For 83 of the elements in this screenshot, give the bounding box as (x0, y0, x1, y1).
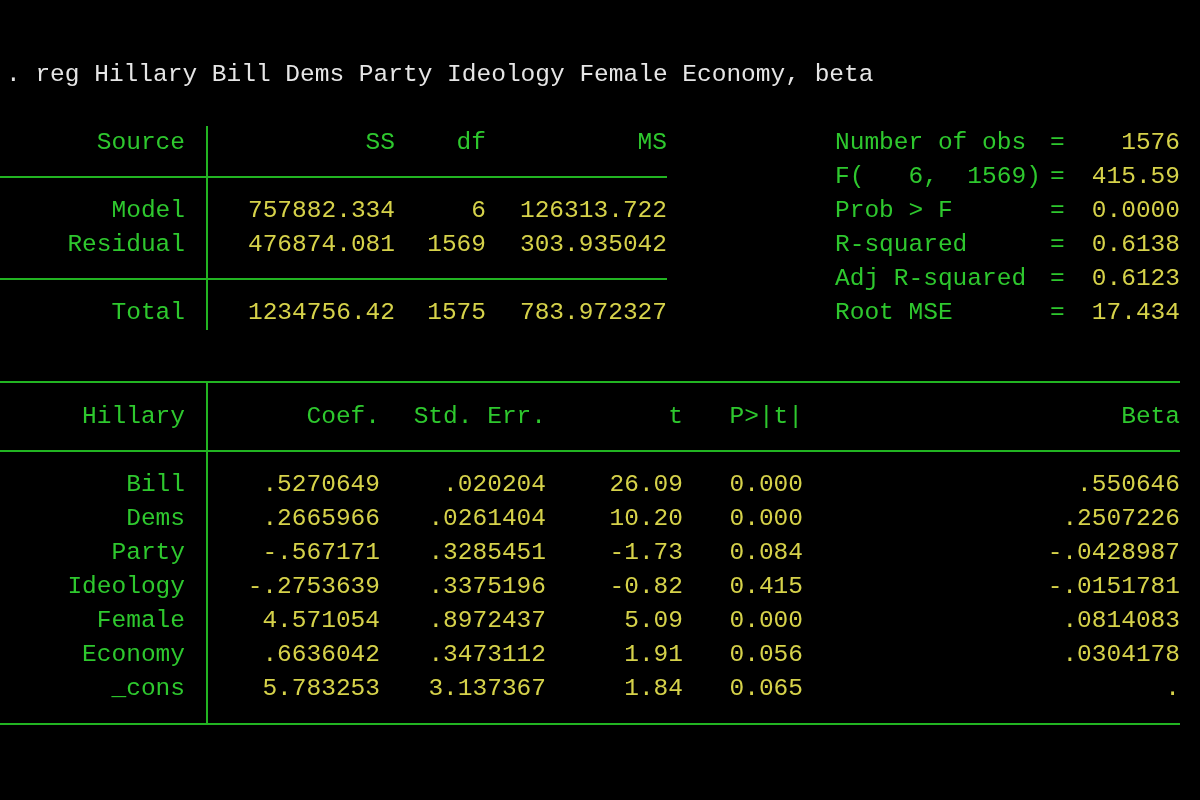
table-cell: 1575 (427, 299, 486, 326)
table-cell: .6636042 (262, 641, 380, 668)
table-cell: .0304178 (1062, 641, 1180, 668)
row-label: Female (96, 607, 185, 634)
table-cell: .2665966 (262, 505, 380, 532)
equals-sign: = (1050, 128, 1065, 158)
table-cell: 0.000 (729, 607, 803, 634)
table-cell: 1234756.42 (247, 299, 395, 326)
table-cell: 1.84 (624, 675, 683, 702)
table-cell: 303.935042 (519, 231, 667, 258)
row-label: Economy (82, 641, 185, 668)
table-cell: .3473112 (428, 641, 546, 668)
table-cell: 5.783253 (262, 675, 380, 702)
table-cell: 476874.081 (247, 231, 395, 258)
row-label: Residual (67, 231, 185, 258)
command-line: . reg Hillary Bill Dems Party Ideology Female Economy, beta (5, 60, 874, 90)
stat-value: 0.0000 (1091, 197, 1180, 224)
table-cell: -.0428987 (1047, 539, 1180, 566)
table-cell: 1569 (427, 231, 486, 258)
column-header: Std. Err. (413, 403, 546, 430)
row-label: Model (111, 197, 185, 224)
table-cell: .5270649 (262, 471, 380, 498)
stat-label: Prob > F (835, 197, 953, 224)
table-cell: 757882.334 (247, 197, 395, 224)
table-cell: 126313.722 (519, 197, 667, 224)
column-header: df (456, 129, 486, 156)
row-label: Ideology (67, 573, 185, 600)
table-cell: .020204 (443, 471, 546, 498)
equals-sign: = (1050, 230, 1065, 260)
table-cell: 0.000 (729, 471, 803, 498)
table-cell: 4.571054 (262, 607, 380, 634)
row-label: Bill (126, 471, 185, 498)
table-cell: -0.82 (609, 573, 683, 600)
column-header: t (668, 403, 683, 430)
table-cell: -.0151781 (1047, 573, 1180, 600)
table-cell: 26.09 (609, 471, 683, 498)
table-cell: .3375196 (428, 573, 546, 600)
stat-label: Adj R-squared (835, 265, 1027, 292)
table-cell: 1.91 (624, 641, 683, 668)
table-cell: .0814083 (1062, 607, 1180, 634)
table-cell: .8972437 (428, 607, 546, 634)
stat-value: 17.434 (1091, 299, 1180, 326)
table-cell: 0.000 (729, 505, 803, 532)
table-cell: 6 (471, 197, 486, 224)
equals-sign: = (1050, 196, 1065, 226)
table-cell: 0.084 (729, 539, 803, 566)
equals-sign: = (1050, 298, 1065, 328)
column-header: P>|t| (729, 403, 803, 430)
table-cell: -1.73 (609, 539, 683, 566)
stat-label: Root MSE (835, 299, 953, 326)
column-header: SS (365, 129, 395, 156)
equals-sign: = (1050, 264, 1065, 294)
table-cell: 0.415 (729, 573, 803, 600)
table-cell: 5.09 (624, 607, 683, 634)
stat-label: R-squared (835, 231, 968, 258)
table-cell: -.567171 (262, 539, 380, 566)
table-cell: .0261404 (428, 505, 546, 532)
stat-value: 1576 (1121, 129, 1180, 156)
row-label: Dems (126, 505, 185, 532)
column-header: Beta (1121, 403, 1180, 430)
table-cell: .2507226 (1062, 505, 1180, 532)
row-label: Total (111, 299, 185, 326)
column-header: Source (96, 129, 185, 156)
stat-label: F( 6, 1569) (835, 163, 1041, 190)
column-header: MS (637, 129, 667, 156)
table-cell: 3.137367 (428, 675, 546, 702)
column-header: Hillary (82, 403, 185, 430)
table-cell: 0.056 (729, 641, 803, 668)
equals-sign: = (1050, 162, 1065, 192)
table-cell: .3285451 (428, 539, 546, 566)
table-cell: 783.972327 (519, 299, 667, 326)
row-label: Party (111, 539, 185, 566)
table-cell: . (1165, 675, 1180, 702)
table-cell: 10.20 (609, 505, 683, 532)
stat-value: 0.6138 (1091, 231, 1180, 258)
table-cell: 0.065 (729, 675, 803, 702)
table-cell: -.2753639 (247, 573, 380, 600)
table-cell: .550646 (1077, 471, 1180, 498)
row-label: _cons (111, 675, 185, 702)
stat-value: 0.6123 (1091, 265, 1180, 292)
column-header: Coef. (306, 403, 380, 430)
stat-value: 415.59 (1091, 163, 1180, 190)
stat-label: Number of obs (835, 129, 1027, 156)
